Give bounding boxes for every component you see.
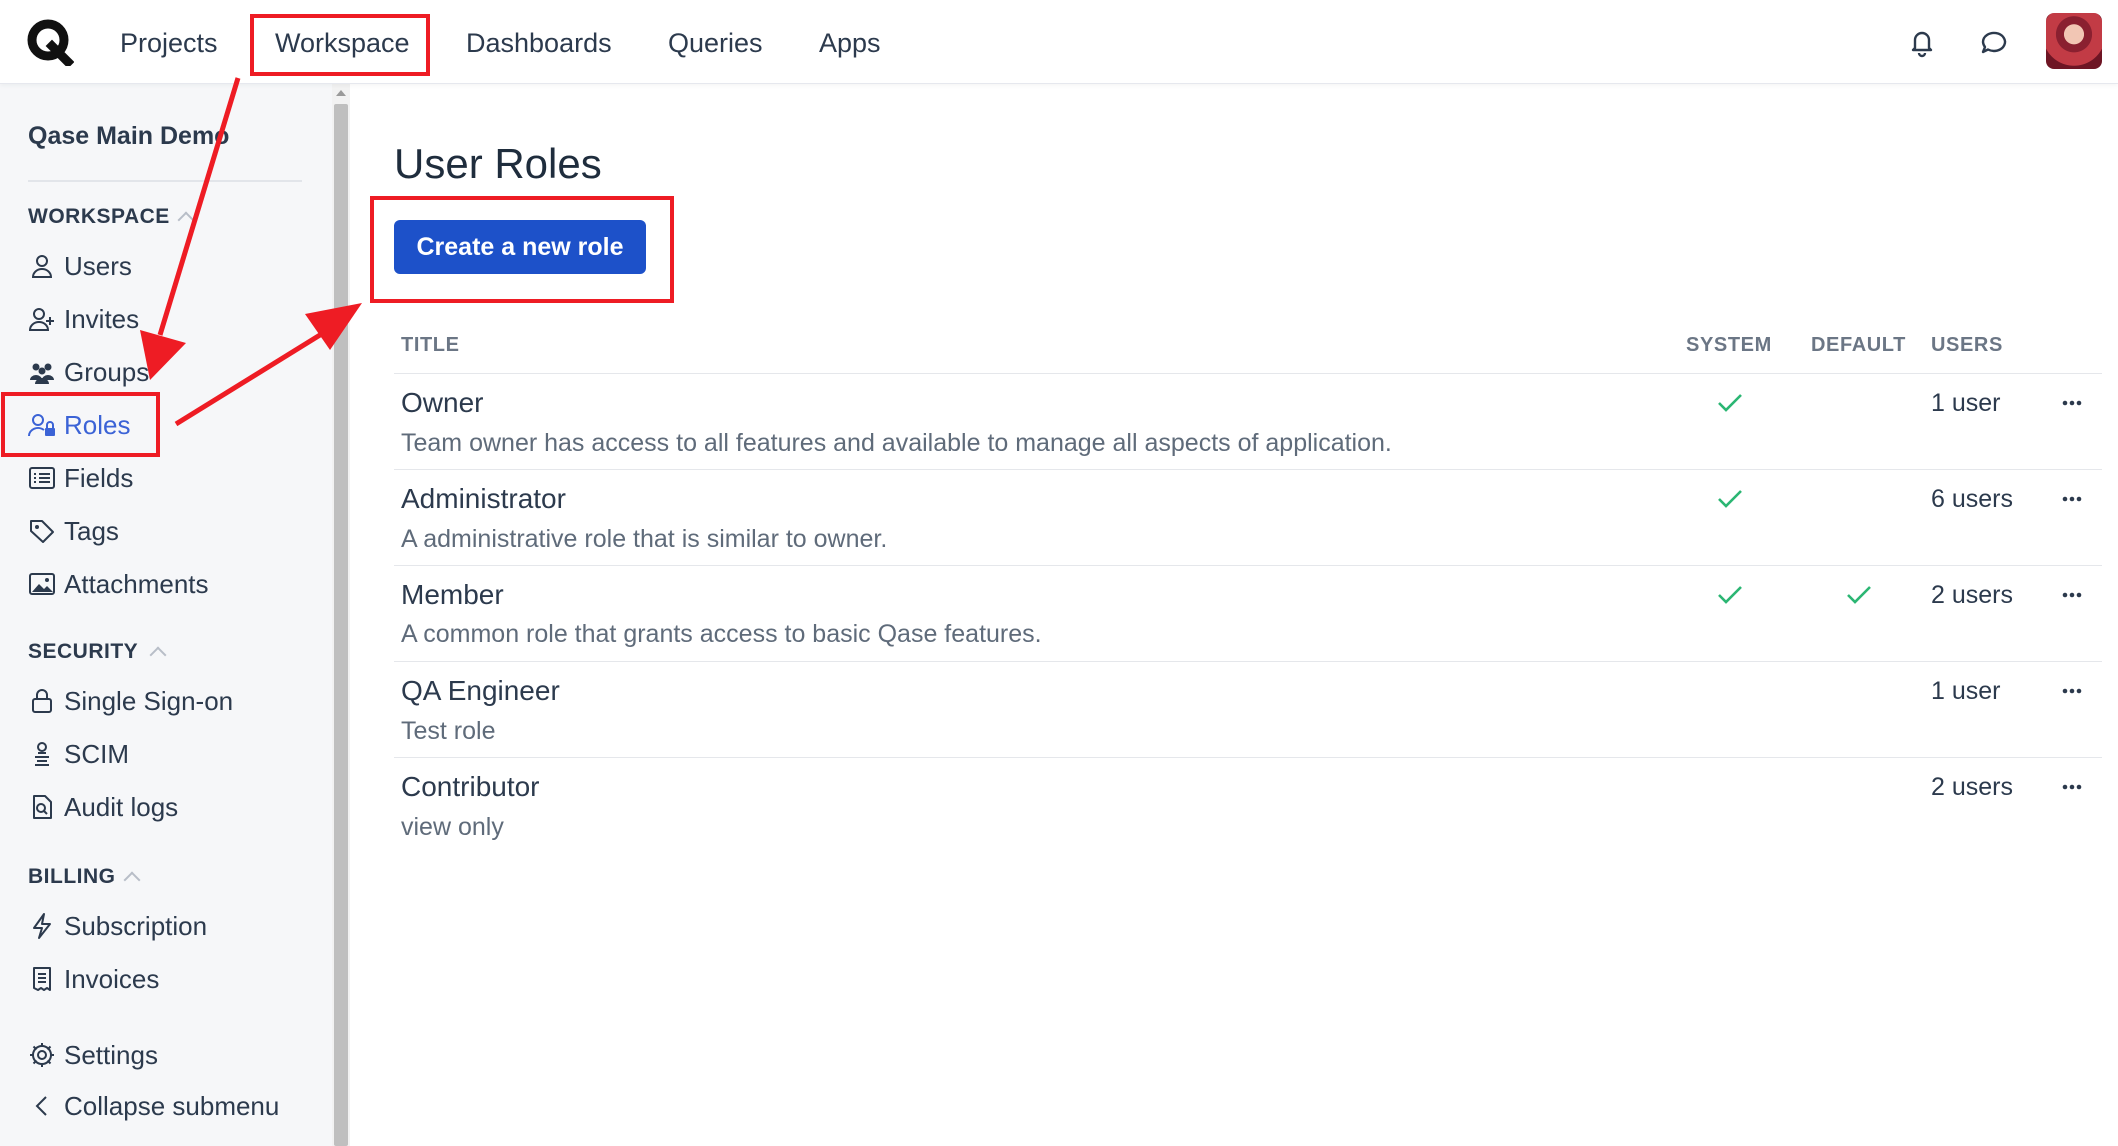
sidebar-item-invoices[interactable]: Invoices: [28, 961, 159, 997]
sidebar-item-label: Users: [64, 250, 132, 281]
chat-icon[interactable]: [1978, 26, 2010, 58]
role-title[interactable]: Contributor: [401, 771, 540, 803]
role-users-count: 1 user: [1931, 677, 2001, 705]
role-users-count: 2 users: [1931, 581, 2013, 609]
section-billing-heading[interactable]: BILLING: [28, 865, 116, 889]
check-icon: [1847, 586, 1871, 604]
receipt-icon: [33, 967, 51, 991]
role-description: Team owner has access to all features an…: [401, 429, 1392, 457]
sidebar-item-single-sign-on[interactable]: Single Sign-on: [28, 683, 233, 719]
sidebar-item-label: SCIM: [64, 738, 129, 769]
sidebar-item-users[interactable]: Users: [28, 248, 132, 284]
role-users-count: 2 users: [1931, 773, 2013, 801]
divider: [394, 565, 2102, 566]
role-users-count: 6 users: [1931, 485, 2013, 513]
sidebar-item-label: Subscription: [64, 910, 208, 941]
more-options-icon[interactable]: [2062, 400, 2082, 406]
nav-projects[interactable]: Projects: [120, 26, 218, 60]
chevron-left-icon: [35, 1096, 47, 1116]
more-options-icon[interactable]: [2062, 784, 2082, 790]
scroll-up-arrow-icon[interactable]: [336, 90, 346, 96]
sidebar-item-label: Tags: [64, 515, 119, 546]
more-options-icon[interactable]: [2062, 592, 2082, 598]
more-options-icon[interactable]: [2062, 496, 2082, 502]
column-header-default: DEFAULT: [1811, 334, 1906, 356]
group-icon: [30, 363, 54, 384]
sidebar-item-label: Single Sign-on: [64, 685, 234, 716]
nav-dashboards[interactable]: Dashboards: [466, 26, 612, 60]
sidebar-scrollbar-thumb[interactable]: [334, 104, 348, 1146]
role-title[interactable]: Member: [401, 579, 504, 611]
column-header-system: SYSTEM: [1686, 334, 1772, 356]
lock-icon: [32, 689, 52, 713]
sidebar-item-settings[interactable]: Settings: [28, 1037, 158, 1073]
role-description: A common role that grants access to basi…: [401, 620, 1042, 648]
bolt-icon: [33, 913, 51, 939]
section-workspace-heading[interactable]: WORKSPACE: [28, 205, 170, 229]
sidebar-item-label: Invites: [64, 303, 140, 334]
more-options-icon[interactable]: [2062, 688, 2082, 694]
sidebar-item-label: Invoices: [64, 963, 160, 994]
annotation-box-roles: [1, 392, 160, 457]
sidebar-item-label: Attachments: [64, 568, 209, 599]
user-avatar[interactable]: [2046, 13, 2102, 69]
role-description: view only: [401, 813, 504, 841]
nav-queries[interactable]: Queries: [668, 26, 763, 60]
sidebar-item-subscription[interactable]: Subscription: [28, 908, 207, 944]
sidebar-item-scim[interactable]: SCIM: [28, 736, 129, 772]
role-title[interactable]: Owner: [401, 387, 483, 419]
qase-logo[interactable]: [26, 18, 74, 66]
divider: [394, 757, 2102, 758]
gear-icon: [30, 1043, 54, 1067]
collapse-submenu-label: Collapse submenu: [64, 1090, 280, 1121]
check-icon: [1718, 394, 1742, 412]
column-header-users: USERS: [1931, 334, 2003, 356]
sidebar-item-attachments[interactable]: Attachments: [28, 566, 209, 602]
divider: [28, 180, 302, 182]
nav-apps[interactable]: Apps: [819, 26, 881, 60]
sidebar-item-label: Fields: [64, 462, 134, 493]
tag-icon: [30, 520, 54, 543]
role-description: A administrative role that is similar to…: [401, 525, 888, 553]
scim-icon: [35, 742, 49, 766]
page-title: User Roles: [394, 140, 602, 187]
sidebar-item-label: Audit logs: [64, 791, 179, 822]
list-icon: [29, 467, 55, 489]
collapse-submenu-button[interactable]: Collapse submenu: [28, 1088, 279, 1124]
sidebar-item-groups[interactable]: Groups: [28, 354, 149, 390]
bell-icon[interactable]: [1906, 26, 1938, 58]
check-icon: [1718, 586, 1742, 604]
sidebar-item-invites[interactable]: Invites: [28, 301, 139, 337]
role-title[interactable]: Administrator: [401, 483, 566, 515]
sidebar-item-tags[interactable]: Tags: [28, 513, 119, 549]
check-icon: [1718, 490, 1742, 508]
divider: [394, 661, 2102, 662]
role-users-count: 1 user: [1931, 389, 2001, 417]
user-icon: [31, 255, 53, 278]
file-search-icon: [33, 795, 52, 819]
divider: [394, 373, 2102, 374]
role-title[interactable]: QA Engineer: [401, 675, 560, 707]
user-plus-icon: [28, 308, 54, 331]
column-header-title: TITLE: [401, 334, 460, 356]
workspace-name: Qase Main Demo: [28, 122, 230, 150]
role-description: Test role: [401, 717, 496, 745]
sidebar-item-label: Settings: [64, 1039, 158, 1070]
sidebar-item-fields[interactable]: Fields: [28, 460, 133, 496]
annotation-box-workspace: [250, 14, 430, 76]
divider: [394, 469, 2102, 470]
section-security-heading[interactable]: SECURITY: [28, 640, 138, 664]
sidebar-item-label: Groups: [64, 356, 150, 387]
annotation-box-create-role: [370, 196, 674, 303]
sidebar-item-audit-logs[interactable]: Audit logs: [28, 789, 178, 825]
image-icon: [29, 573, 55, 595]
